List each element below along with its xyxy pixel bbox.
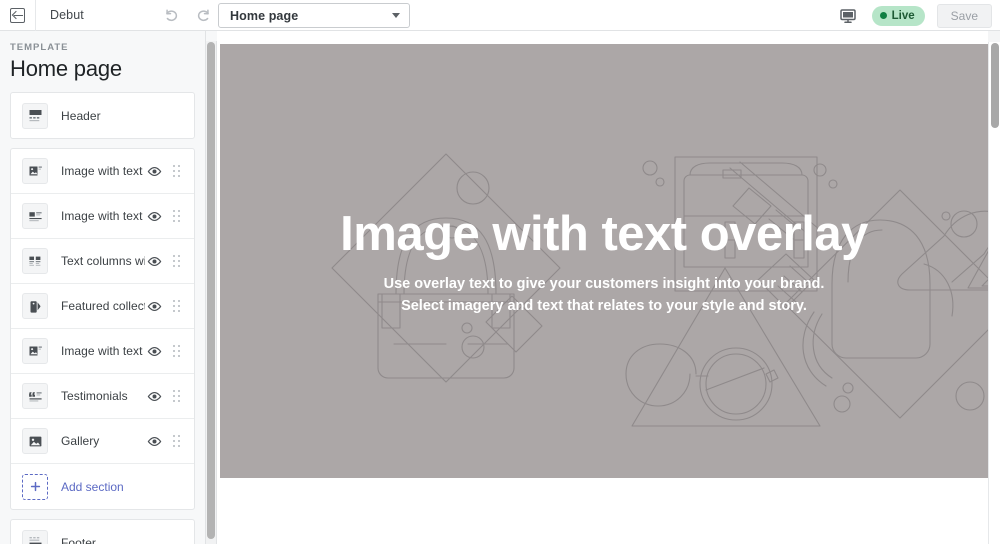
add-section-button[interactable]: Add section (11, 464, 194, 509)
page-selector-dropdown[interactable]: Home page (218, 3, 410, 28)
eye-icon[interactable] (145, 389, 163, 404)
preview-scrollbar[interactable] (988, 31, 1000, 544)
status-badge[interactable]: Live (871, 5, 925, 26)
drag-handle-icon[interactable] (169, 164, 185, 178)
sidebar-scrollbar-top-cap (206, 31, 217, 41)
sections-sidebar: TEMPLATE Home page Header Image with tex… (0, 31, 206, 544)
sidebar-scrollbar[interactable] (206, 31, 217, 544)
sidebar-item-image-with-text-overlay-1[interactable]: Image with text ove… (11, 149, 194, 194)
save-button[interactable]: Save (936, 3, 992, 28)
status-badge-label: Live (891, 9, 915, 22)
add-section-label: Add section (61, 479, 124, 494)
template-eyebrow-label: TEMPLATE (10, 42, 69, 53)
add-section-plus-icon (22, 473, 48, 500)
footer-section-card: Footer (10, 519, 195, 544)
theme-editor-window: Debut Home page Live Save TEMPLATE Home … (0, 0, 1000, 544)
exit-editor-button[interactable] (0, 0, 36, 31)
sidebar-item-label: Image with text ove… (61, 164, 145, 178)
footer-layout-icon (22, 529, 48, 544)
image-with-text-overlay-icon (22, 338, 48, 364)
drag-handle-icon[interactable] (169, 389, 185, 403)
image-with-text-overlay-icon (22, 158, 48, 184)
hero-paragraph-line-2: Select imagery and text that relates to … (401, 297, 807, 314)
sidebar-item-gallery[interactable]: Gallery (11, 419, 194, 464)
text-columns-with-images-icon (22, 248, 48, 274)
storefront-canvas: Image with text overlay Use overlay text… (220, 44, 988, 544)
eye-icon[interactable] (145, 164, 163, 179)
eye-icon[interactable] (145, 344, 163, 359)
top-toolbar: Debut Home page Live Save (0, 0, 1000, 31)
preview-scrollbar-top-cap (988, 31, 1000, 42)
sidebar-item-testimonials[interactable]: Testimonials (11, 374, 194, 419)
sidebar-item-label: Text columns with i… (61, 254, 145, 268)
drag-handle-icon[interactable] (169, 299, 185, 313)
sidebar-item-label: Image with text (61, 209, 143, 223)
drag-handle-icon[interactable] (169, 254, 185, 268)
eye-icon[interactable] (145, 209, 163, 224)
sidebar-item-featured-collection[interactable]: Featured collection (11, 284, 194, 329)
hero-paragraph-line-1: Use overlay text to give your customers … (383, 275, 825, 292)
image-with-text-icon (22, 203, 48, 229)
drag-handle-icon[interactable] (169, 209, 185, 223)
header-section-card: Header (10, 92, 195, 139)
history-controls (160, 0, 214, 31)
hero-section-image-with-text-overlay[interactable]: Image with text overlay Use overlay text… (220, 44, 988, 478)
sidebar-item-footer[interactable]: Footer (11, 520, 194, 544)
theme-preview-pane: Image with text overlay Use overlay text… (217, 31, 1000, 544)
hero-paragraph: Use overlay text to give your customers … (384, 273, 825, 317)
undo-button[interactable] (160, 5, 182, 27)
redo-icon (197, 9, 209, 21)
hero-heading: Image with text overlay (340, 206, 868, 261)
redo-button[interactable] (192, 5, 214, 27)
page-selector-value: Home page (230, 8, 299, 23)
desktop-monitor-icon (839, 8, 856, 23)
eye-icon[interactable] (145, 299, 163, 314)
sidebar-item-label: Gallery (61, 434, 100, 448)
featured-collection-tag-icon (22, 293, 48, 319)
page-title: Home page (10, 56, 122, 81)
sidebar-item-label: Footer (61, 535, 96, 544)
eye-icon[interactable] (145, 434, 163, 449)
sections-list-card: Image with text ove… (10, 148, 195, 510)
sidebar-item-label: Featured collection (61, 299, 145, 313)
sidebar-scrollbar-thumb[interactable] (207, 42, 215, 539)
eye-icon[interactable] (145, 254, 163, 269)
sidebar-item-text-columns-with-images[interactable]: Text columns with i… (11, 239, 194, 284)
device-preview-button[interactable] (836, 4, 860, 28)
sidebar-item-header[interactable]: Header (11, 93, 194, 138)
header-layout-icon (22, 102, 48, 129)
undo-icon (165, 9, 177, 21)
sidebar-item-label: Header (61, 108, 101, 123)
chevron-down-icon (392, 13, 400, 18)
drag-handle-icon[interactable] (169, 434, 185, 448)
sidebar-item-image-with-text-overlay-2[interactable]: Image with text ove… (11, 329, 194, 374)
top-toolbar-actions: Live Save (836, 0, 992, 31)
sidebar-item-label: Image with text ove… (61, 344, 145, 358)
drag-handle-icon[interactable] (169, 344, 185, 358)
testimonials-quote-icon (22, 383, 48, 409)
status-dot-icon (879, 12, 887, 19)
gallery-image-icon (22, 428, 48, 454)
preview-scrollbar-thumb[interactable] (991, 43, 999, 128)
theme-name-label: Debut (50, 8, 84, 22)
sidebar-item-label: Testimonials (61, 389, 128, 403)
hero-text-block: Image with text overlay Use overlay text… (220, 44, 988, 478)
exit-arrow-icon (10, 7, 25, 23)
sidebar-item-image-with-text[interactable]: Image with text (11, 194, 194, 239)
